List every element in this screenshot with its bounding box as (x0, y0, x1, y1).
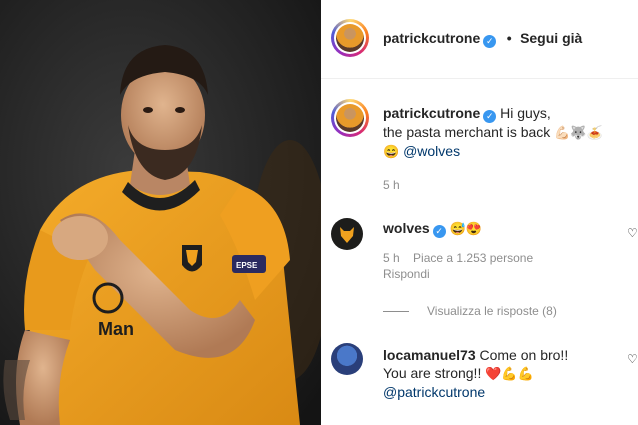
caption-username[interactable]: patrickcutrone (383, 105, 480, 121)
reply-button[interactable]: Rispondi (383, 267, 430, 281)
like-comment-icon[interactable]: ♡ (627, 352, 638, 366)
post-header: patrickcutrone ✓ • Segui già (321, 0, 638, 79)
comment-username[interactable]: locamanuel73 (383, 347, 476, 363)
caption: patrickcutrone ✓ Hi guys, the pasta merch… (383, 104, 638, 161)
player-illustration: Man EPSE (0, 0, 321, 425)
comment-emoji: ❤️💪💪 (485, 366, 534, 381)
header-separator: • (506, 30, 512, 46)
verified-icon: ✓ (432, 225, 446, 238)
verified-icon: ✓ (483, 110, 497, 123)
comment-text-line-1: Come on bro!! (479, 347, 569, 363)
header-avatar[interactable] (331, 19, 369, 57)
wolf-logo-icon (340, 227, 354, 243)
comment-wolves: wolves ✓ 😅😍 (383, 219, 482, 238)
following-button[interactable]: Segui già (520, 30, 582, 46)
locamanuel-avatar[interactable] (331, 343, 363, 375)
comment-username[interactable]: wolves (383, 220, 430, 236)
comment-text-line-2: You are strong!! (383, 365, 482, 381)
caption-time[interactable]: 5 h (383, 178, 400, 192)
caption-line-2: the pasta merchant is back (383, 124, 551, 140)
comment-likes[interactable]: Piace a 1.253 persone (413, 251, 533, 265)
verified-icon: ✓ (483, 35, 497, 48)
comments-panel: patrickcutrone ✓ • Segui già patrickcutro… (321, 0, 638, 425)
wolves-avatar[interactable] (331, 218, 363, 250)
comment-locamanuel: locamanuel73 Come on bro!! You are stron… (383, 346, 638, 401)
header-username[interactable]: patrickcutrone (383, 30, 480, 46)
caption-avatar[interactable] (331, 99, 369, 137)
view-replies[interactable]: Visualizza le risposte (8) (383, 304, 557, 318)
comment-text: 😅😍 (449, 221, 482, 236)
badge-text: EPSE (236, 261, 258, 270)
comment-meta: 5 h Piace a 1.253 persone (383, 251, 533, 265)
sponsor-text: Man (98, 319, 134, 339)
caption-emoji-2: 😄 (383, 144, 400, 159)
replies-line (383, 311, 409, 313)
comment-time[interactable]: 5 h (383, 251, 400, 265)
like-comment-icon[interactable]: ♡ (627, 226, 638, 240)
caption-line-1: Hi guys, (500, 105, 551, 121)
view-replies-label[interactable]: Visualizza le risposte (8) (427, 304, 557, 318)
post-photo[interactable]: Man EPSE (0, 0, 321, 425)
caption-mention[interactable]: @wolves (403, 143, 460, 159)
caption-emoji-1: 💪🏻🐺🍝 (554, 125, 603, 140)
comment-mention[interactable]: @patrickcutrone (383, 384, 485, 400)
